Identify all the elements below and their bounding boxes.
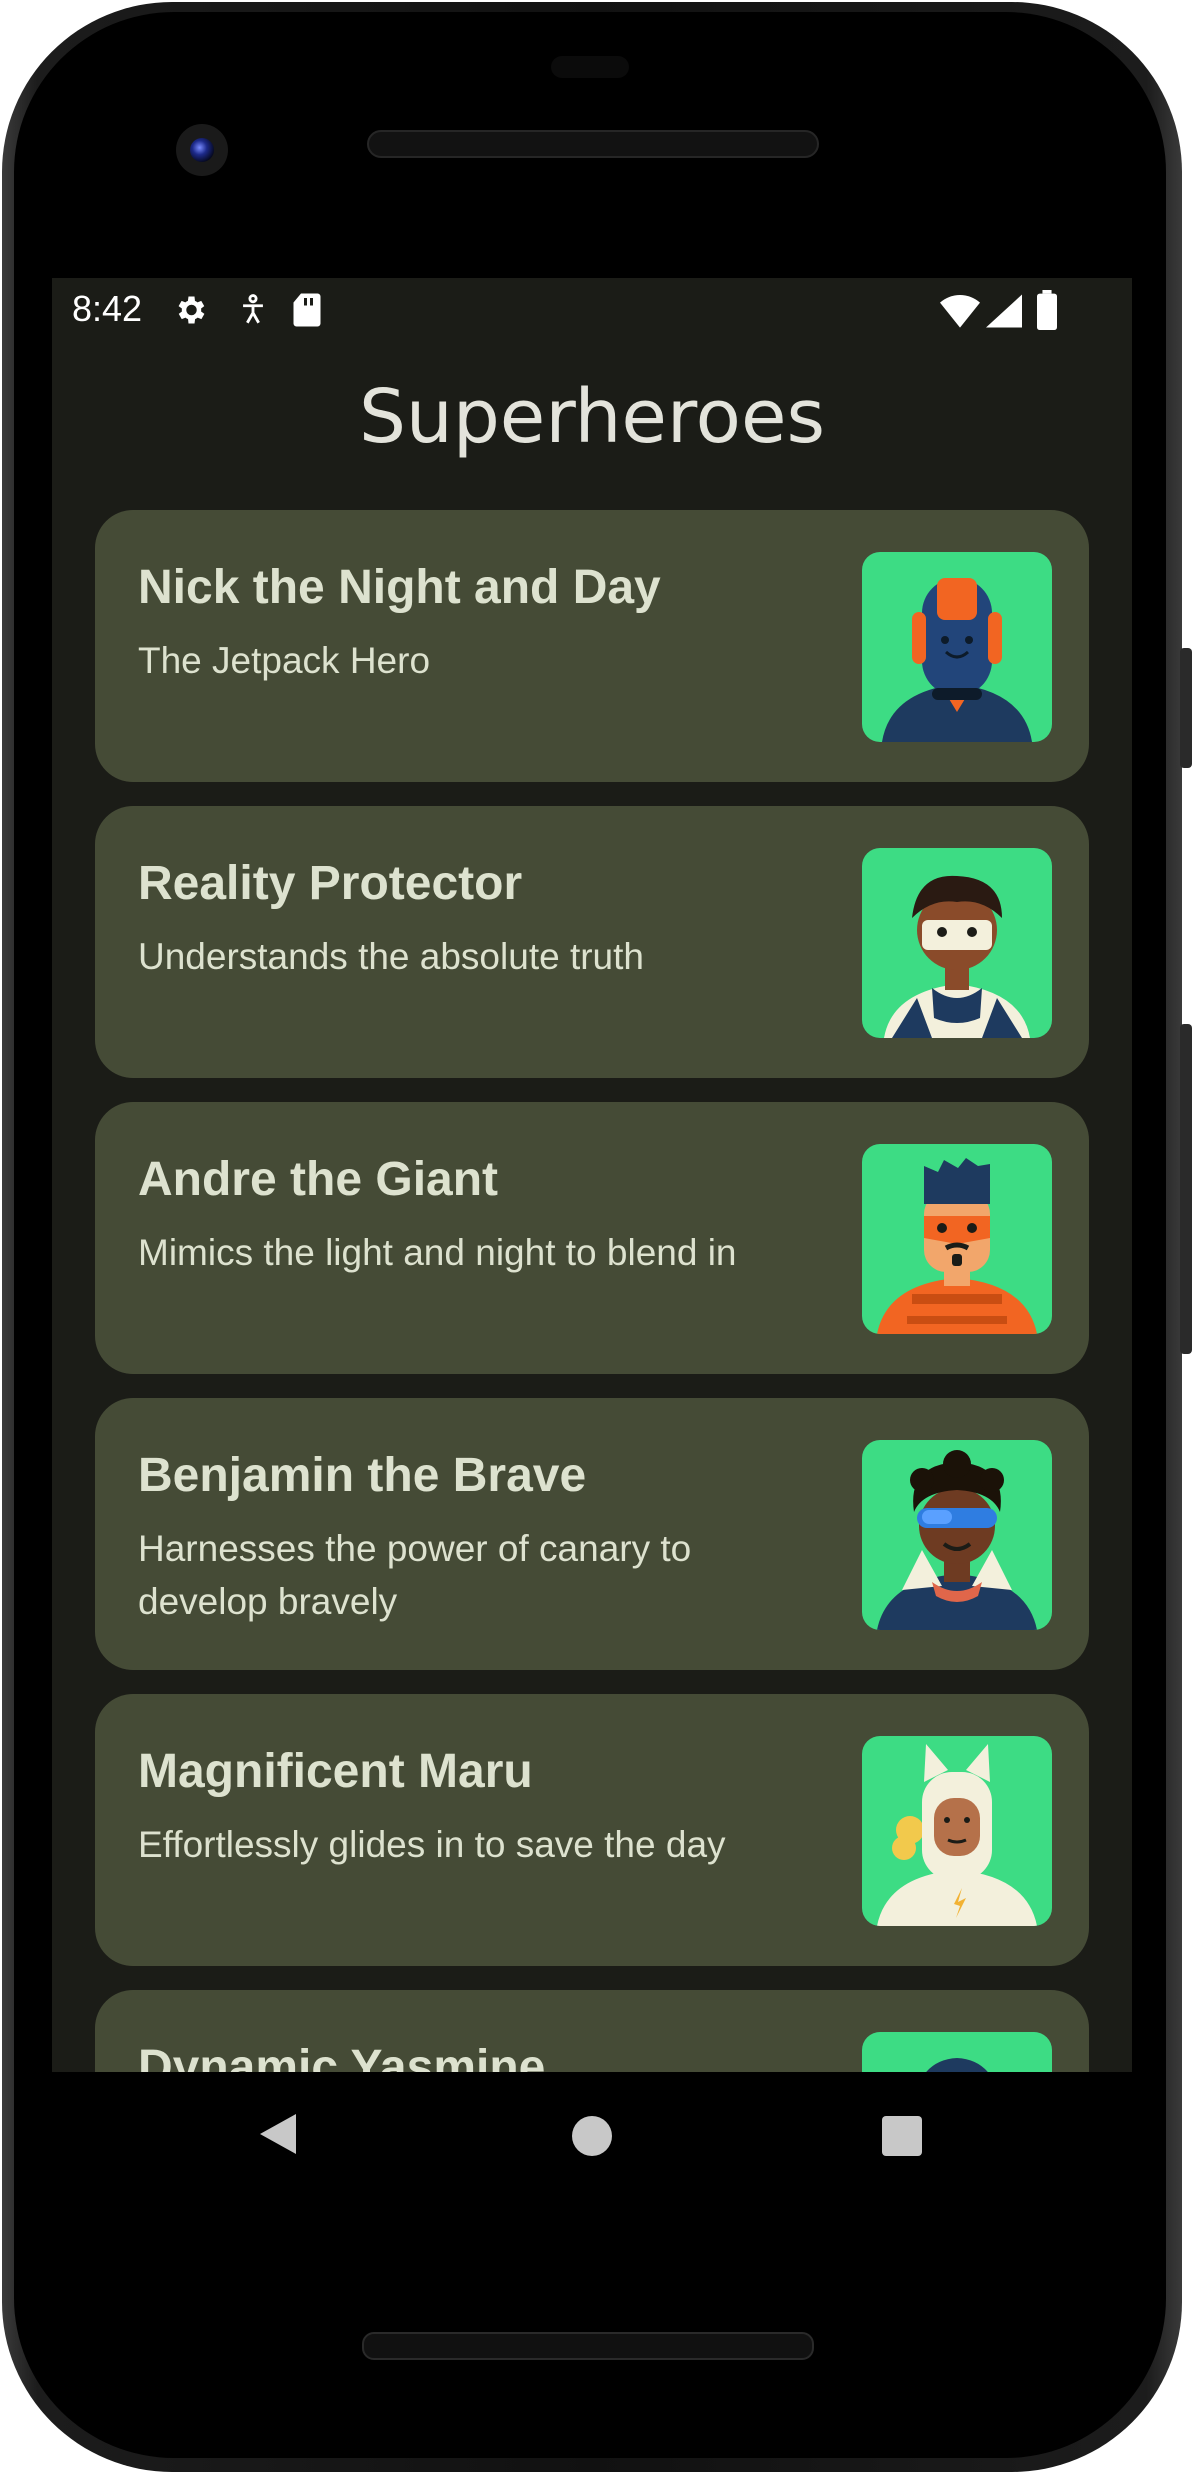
power-button bbox=[1180, 648, 1192, 768]
jetpack-hero-avatar-icon bbox=[862, 552, 1052, 742]
status-bar: 8:42 bbox=[52, 278, 1132, 344]
hero-name: Nick the Night and Day bbox=[138, 561, 661, 614]
back-icon[interactable] bbox=[256, 2110, 300, 2158]
reality-protector-avatar-icon bbox=[862, 848, 1052, 1038]
andre-avatar-icon bbox=[862, 1144, 1052, 1334]
hero-description: Harnesses the power of canary to develop… bbox=[138, 1528, 692, 1622]
hero-card[interactable]: Dynamic Yasmine bbox=[95, 1990, 1089, 2072]
camera-lens bbox=[190, 138, 214, 162]
maru-avatar-icon bbox=[862, 1736, 1052, 1926]
hero-card[interactable]: Reality Protector Understands the absolu… bbox=[95, 806, 1089, 1078]
hero-card[interactable]: Andre the Giant Mimics the light and nig… bbox=[95, 1102, 1089, 1374]
hero-name: Reality Protector bbox=[138, 857, 523, 910]
earpiece bbox=[551, 56, 629, 78]
hero-name: Magnificent Maru bbox=[138, 1745, 533, 1798]
screen: 8:42 Superheroes Nick the Night and Day … bbox=[52, 278, 1132, 2072]
hero-description: The Jetpack Hero bbox=[138, 640, 431, 681]
bottom-speaker bbox=[362, 2332, 814, 2360]
hero-card[interactable]: Magnificent Maru Effortlessly glides in … bbox=[95, 1694, 1089, 1966]
status-time: 8:42 bbox=[72, 288, 143, 329]
home-icon[interactable] bbox=[572, 2116, 612, 2156]
hero-name: Benjamin the Brave bbox=[138, 1449, 587, 1502]
sd-card-icon bbox=[293, 293, 321, 327]
top-speaker bbox=[367, 130, 819, 158]
hero-description: Effortlessly glides in to save the day bbox=[138, 1824, 726, 1865]
wifi-icon bbox=[940, 295, 980, 328]
app-title: Superheroes bbox=[358, 374, 826, 460]
front-camera-icon bbox=[176, 124, 228, 176]
recents-icon[interactable] bbox=[882, 2116, 922, 2156]
battery-icon bbox=[1037, 290, 1057, 330]
accessibility-icon bbox=[243, 294, 263, 324]
hero-description: Mimics the light and night to blend in bbox=[138, 1232, 737, 1273]
volume-button bbox=[1180, 1024, 1192, 1354]
settings-icon bbox=[178, 296, 205, 324]
hero-name: Dynamic Yasmine bbox=[138, 2041, 546, 2072]
yasmine-avatar-icon bbox=[862, 2032, 1052, 2072]
hero-card[interactable]: Nick the Night and Day The Jetpack Hero bbox=[95, 510, 1089, 782]
hero-card[interactable]: Benjamin the Brave Harnesses the power o… bbox=[95, 1398, 1089, 1670]
hero-description: Understands the absolute truth bbox=[138, 936, 644, 977]
benjamin-avatar-icon bbox=[862, 1440, 1052, 1630]
signal-icon bbox=[986, 294, 1022, 328]
hero-name: Andre the Giant bbox=[138, 1153, 499, 1206]
